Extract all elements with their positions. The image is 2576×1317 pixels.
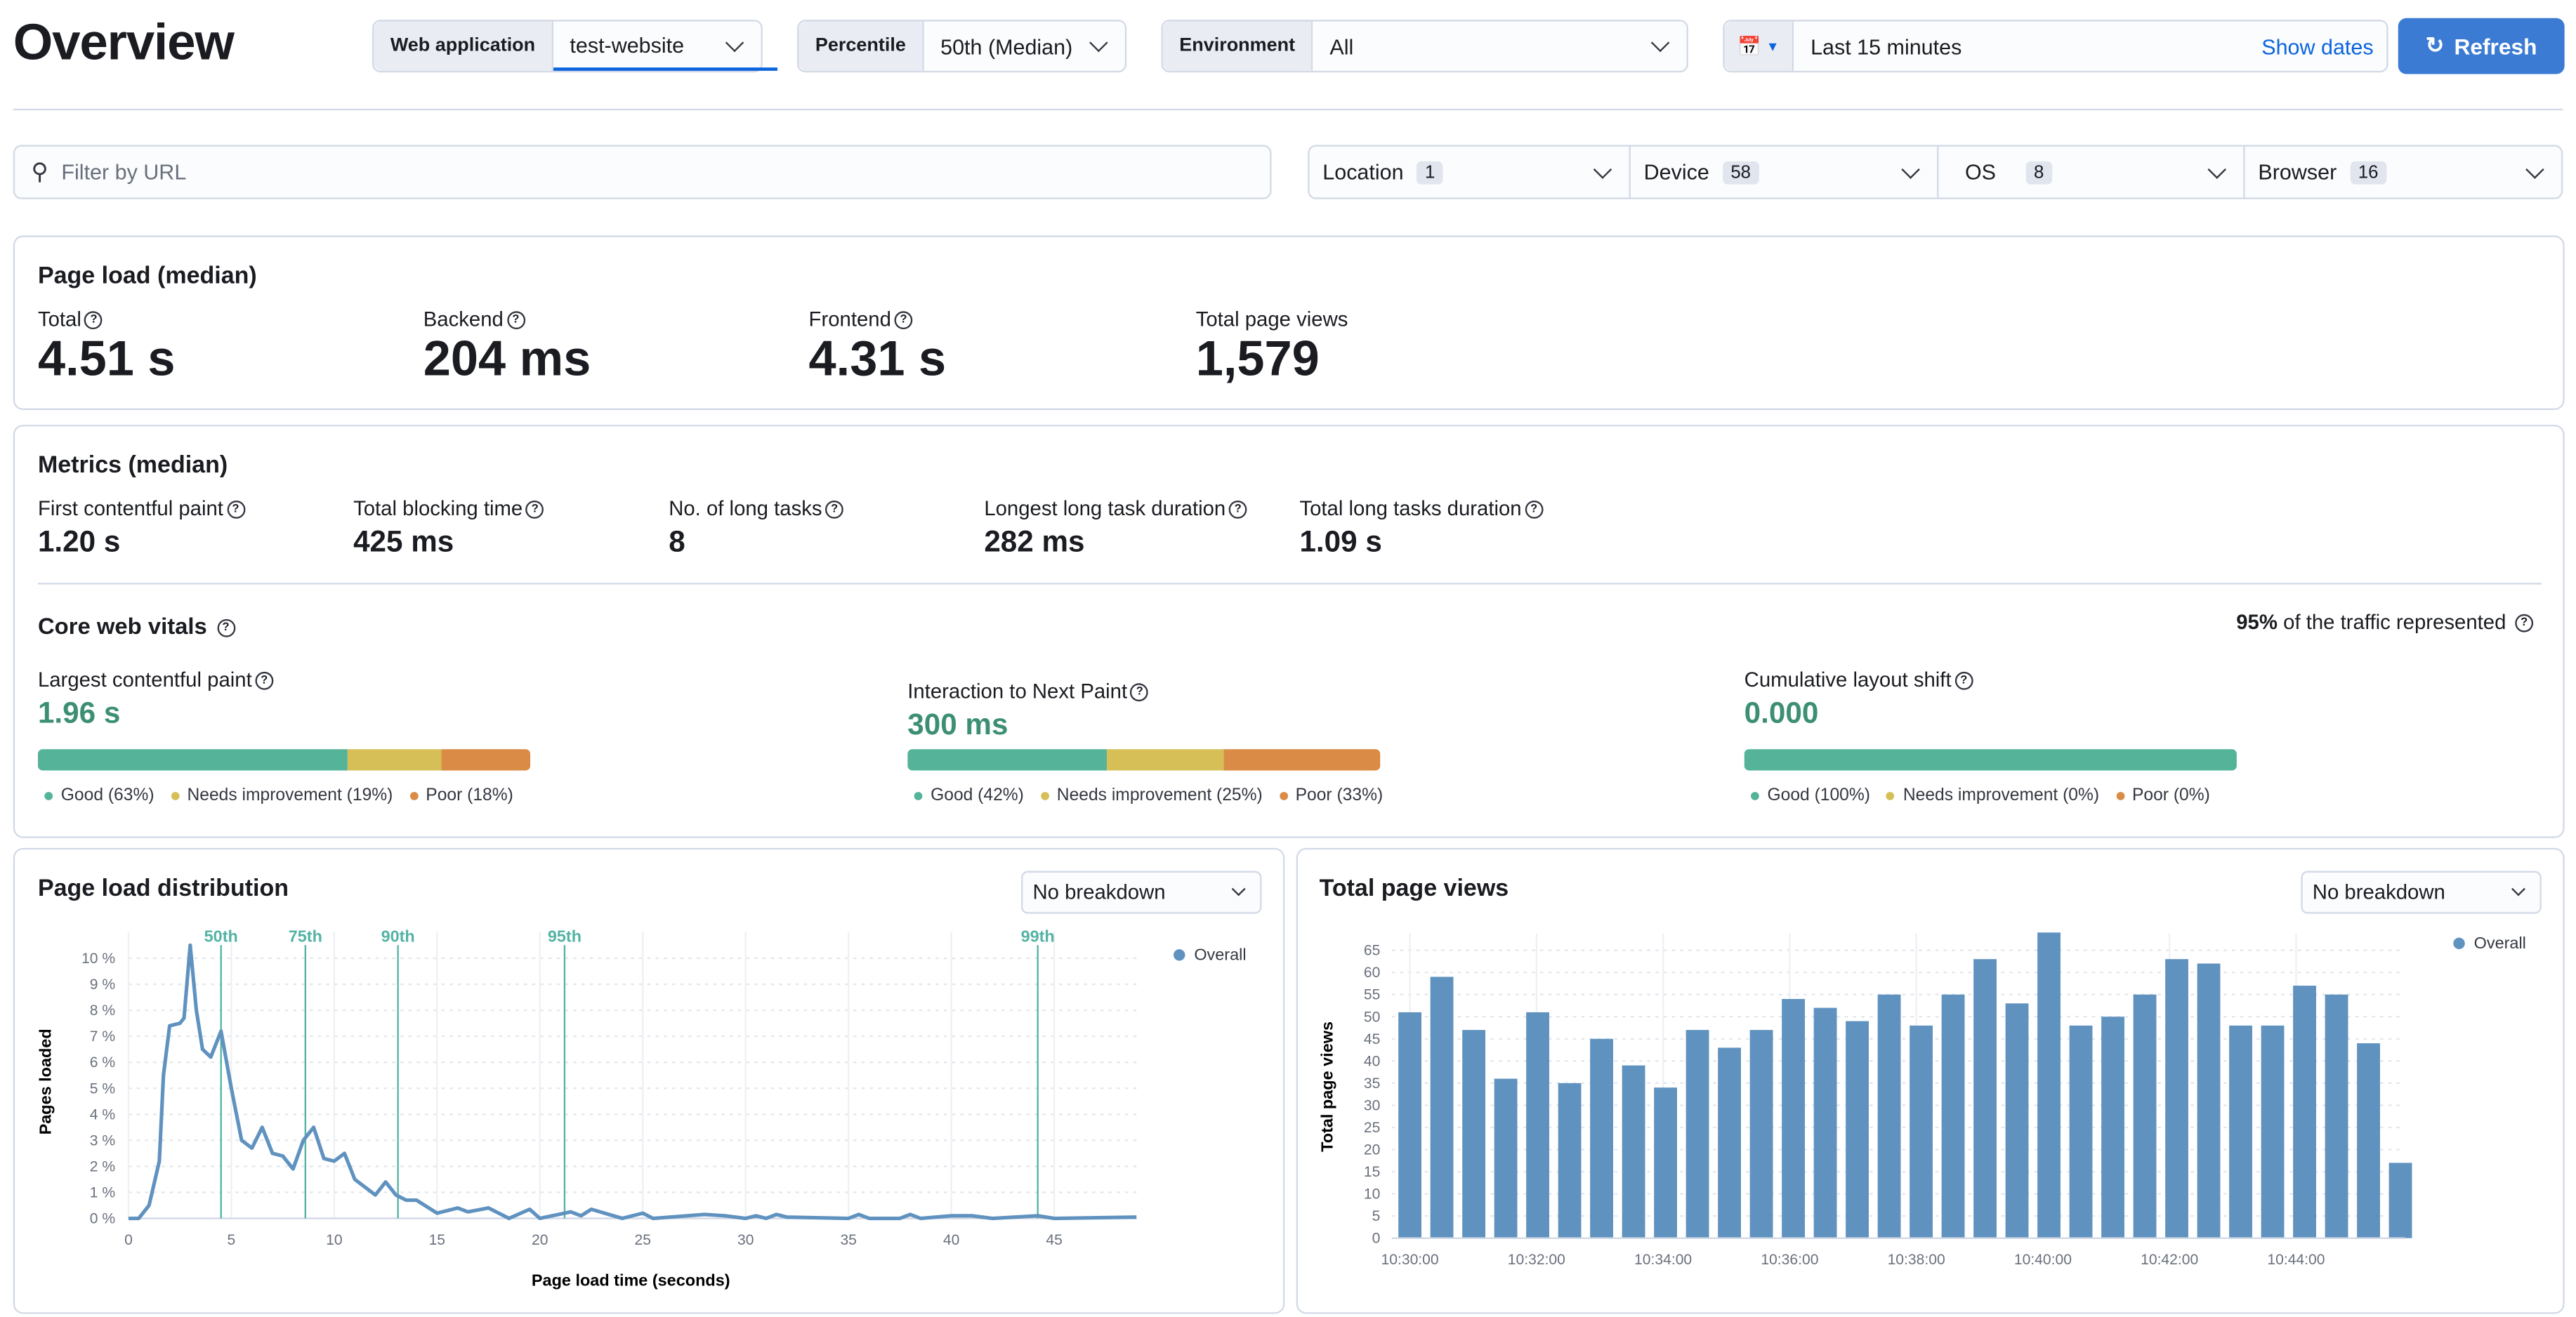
- bar: [2005, 1003, 2029, 1238]
- bar: [2165, 959, 2188, 1238]
- x-tick-label: 10:30:00: [1381, 1252, 1439, 1268]
- bar: [2293, 986, 2316, 1238]
- x-tick-label: 45: [1046, 1232, 1062, 1248]
- percentile-label: 90th: [381, 927, 415, 946]
- x-tick-label: 10:42:00: [2141, 1252, 2198, 1268]
- y-tick-label: 6 %: [90, 1054, 115, 1071]
- y-tick-label: 1 %: [90, 1185, 115, 1201]
- bar: [1910, 1025, 1933, 1238]
- bar: [1973, 959, 1997, 1238]
- y-tick-label: 10 %: [81, 951, 115, 967]
- y-tick-label: 0 %: [90, 1211, 115, 1227]
- percentile-label: 95th: [548, 927, 581, 946]
- bar: [1494, 1078, 1518, 1238]
- bar: [1622, 1065, 1645, 1238]
- y-tick-label: 65: [1364, 943, 1380, 959]
- y-tick-label: 30: [1364, 1097, 1380, 1113]
- x-tick-label: 10:44:00: [2267, 1252, 2325, 1268]
- bar: [2325, 994, 2348, 1238]
- bar: [1846, 1021, 1869, 1238]
- bar: [1782, 998, 1805, 1238]
- bar: [1398, 1012, 1421, 1238]
- y-tick-label: 8 %: [90, 1002, 115, 1019]
- y-axis-title: Total page views: [1317, 1021, 1336, 1152]
- x-tick-label: 0: [124, 1232, 133, 1248]
- percentile-label: 75th: [289, 927, 322, 946]
- y-tick-label: 5 %: [90, 1080, 115, 1097]
- y-tick-label: 9 %: [90, 977, 115, 993]
- charts-layer: 0 % 1 % 2 % 3 % 4 % 5 % 6 % 7 % 8 % 9 % 10 % 0 5 10 15…: [37, 927, 2526, 1290]
- x-tick-label: 10:38:00: [1888, 1252, 1945, 1268]
- y-tick-label: 50: [1364, 1009, 1380, 1025]
- x-tick-label: 10:32:00: [1508, 1252, 1565, 1268]
- x-axis-title: Page load time (seconds): [532, 1271, 730, 1290]
- legend-label: Overall: [2474, 934, 2526, 952]
- x-tick-label: 30: [737, 1232, 754, 1248]
- y-tick-label: 25: [1364, 1120, 1380, 1136]
- x-tick-label: 25: [635, 1232, 651, 1248]
- bar: [1430, 977, 1454, 1238]
- y-tick-label: 60: [1364, 965, 1380, 981]
- y-axis-title: Pages loaded: [37, 1028, 55, 1134]
- y-tick-label: 3 %: [90, 1132, 115, 1149]
- bar: [2229, 1025, 2252, 1238]
- x-tick-label: 10:36:00: [1761, 1252, 1818, 1268]
- bar: [2388, 1163, 2412, 1238]
- percentile-label: 50th: [204, 927, 238, 946]
- bar: [2261, 1025, 2285, 1238]
- y-tick-label: 55: [1364, 987, 1380, 1003]
- bar: [1749, 1030, 1773, 1238]
- y-tick-label: 20: [1364, 1142, 1380, 1158]
- y-tick-label: 0: [1372, 1231, 1381, 1247]
- bar: [2357, 1043, 2380, 1238]
- bar: [1718, 1047, 1741, 1238]
- bar: [1685, 1030, 1709, 1238]
- x-tick-label: 10: [326, 1232, 342, 1248]
- bar: [1590, 1038, 1613, 1238]
- y-tick-label: 45: [1364, 1031, 1380, 1047]
- x-tick-label: 40: [943, 1232, 959, 1248]
- bar: [1654, 1087, 1677, 1238]
- bar: [2133, 994, 2157, 1238]
- x-tick-label: 15: [429, 1232, 445, 1248]
- x-tick-label: 10:40:00: [2014, 1252, 2072, 1268]
- bar: [1813, 1007, 1837, 1238]
- bar: [2101, 1017, 2124, 1238]
- y-tick-label: 4 %: [90, 1106, 115, 1123]
- bar: [1526, 1012, 1549, 1238]
- y-tick-label: 2 %: [90, 1158, 115, 1174]
- x-tick-label: 35: [840, 1232, 856, 1248]
- bar: [2037, 932, 2061, 1238]
- bar: [1558, 1083, 1582, 1238]
- bar: [1877, 994, 1901, 1238]
- x-tick-label: 5: [228, 1232, 236, 1248]
- bar: [2197, 963, 2221, 1238]
- x-tick-label: 20: [532, 1232, 548, 1248]
- distribution-line: [128, 943, 1137, 1221]
- y-tick-label: 40: [1364, 1053, 1380, 1069]
- legend-label: Overall: [1194, 945, 1246, 963]
- y-tick-label: 35: [1364, 1076, 1380, 1092]
- legend-dot: [2453, 937, 2465, 950]
- y-tick-label: 5: [1372, 1208, 1381, 1224]
- legend-dot: [1174, 949, 1185, 961]
- y-tick-label: 10: [1364, 1186, 1380, 1203]
- percentile-label: 99th: [1021, 927, 1055, 946]
- x-tick-label: 10:34:00: [1634, 1252, 1692, 1268]
- y-tick-label: 15: [1364, 1164, 1380, 1180]
- bar: [1941, 994, 1965, 1238]
- y-tick-label: 7 %: [90, 1028, 115, 1045]
- bar: [1462, 1030, 1485, 1238]
- bar: [2069, 1025, 2093, 1238]
